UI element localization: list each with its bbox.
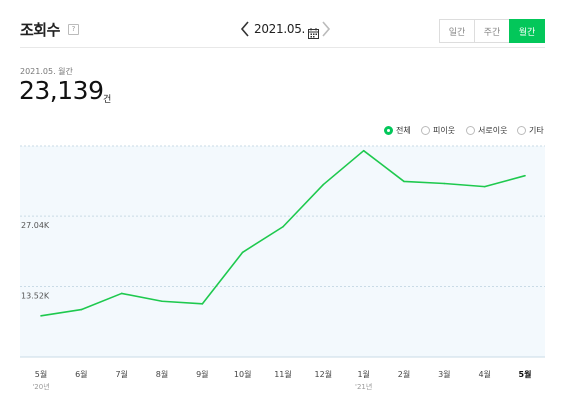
x-tick-label: 12월 [315,369,333,379]
data-point [40,315,42,317]
x-tick-label: 3월 [438,369,450,379]
data-point [443,182,446,185]
x-tick-label: 1월 [357,369,369,379]
data-point [524,174,526,177]
x-tick-label: 10월 [234,369,252,379]
x-tick-label: 9월 [196,369,208,379]
x-tick-label: 8월 [156,369,168,379]
y-tick-label: 27.04K [21,221,50,230]
data-point [80,308,83,311]
x-tick-label: 11월 [274,369,292,379]
x-tick-label: 7월 [115,369,127,379]
data-point [120,292,123,295]
data-point [241,251,244,254]
x-tick-label: 4월 [478,369,490,379]
data-point [362,149,365,152]
plot-area [20,146,545,357]
data-point [161,300,163,303]
data-point [201,303,204,305]
x-tick-label: 6월 [75,369,87,379]
views-line-chart: 13.52K 27.04K 5월 6월 7월 8월 9월 10월 11월 12월 1월 2월 3월 4월 5… [20,145,545,391]
data-point [483,185,486,188]
data-point [282,225,284,228]
x-tick-label: 5월 [35,369,47,379]
x-tick-label: 5월 [519,369,532,379]
data-point [322,183,325,186]
data-point [403,180,405,183]
x-tick-label: 2월 [398,369,410,379]
x-year-label: '20년 [32,382,49,391]
y-tick-label: 13.52K [21,292,50,301]
x-year-label: '21년 [355,382,372,391]
